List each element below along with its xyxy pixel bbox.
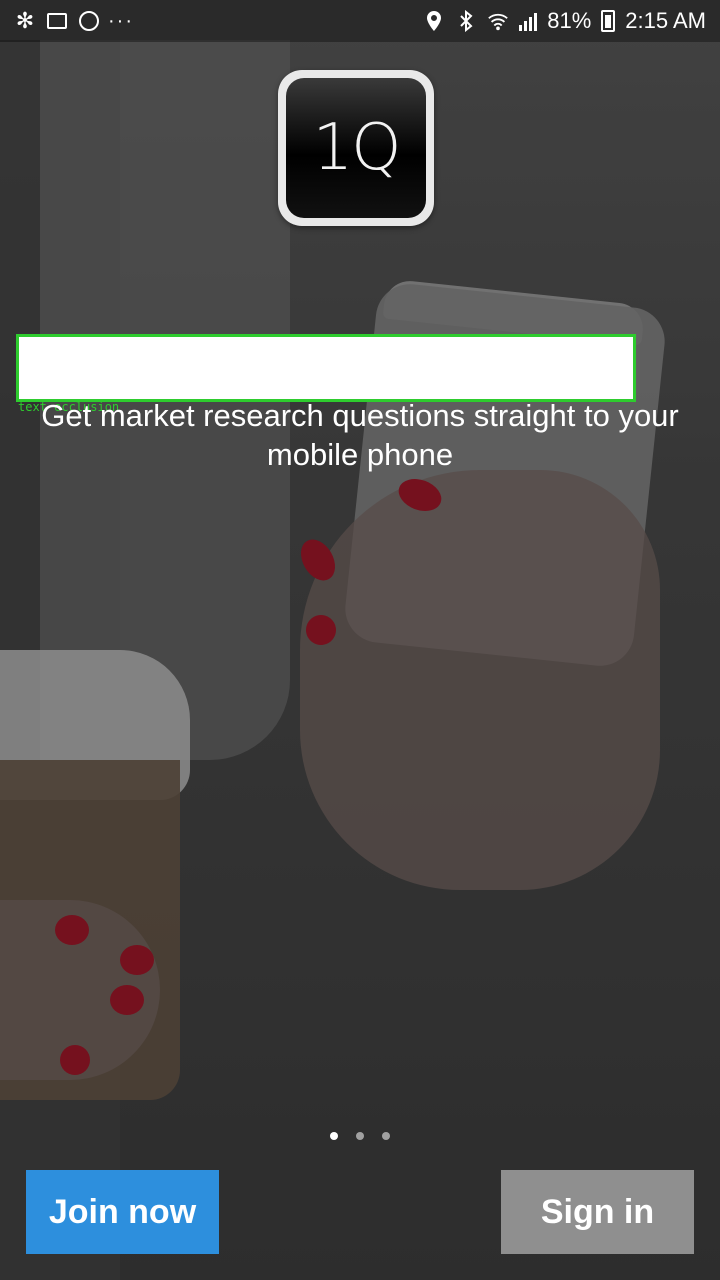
headline-occlusion-box: Get Paid to Share Your Opinion <box>16 334 636 402</box>
signal-icon <box>519 11 538 31</box>
app-logo-tile: 1Q <box>286 78 426 218</box>
status-left: ✻ ··· <box>14 8 134 33</box>
status-time: 2:15 AM <box>625 8 706 33</box>
battery-icon <box>601 10 616 32</box>
status-right: 81% 2:15 AM <box>423 8 706 34</box>
app-logo: 1Q <box>278 70 434 226</box>
network-icon: ✻ <box>15 8 35 33</box>
battery-percent: 81% <box>547 8 592 33</box>
sync-icon <box>78 10 100 32</box>
page-dot-2[interactable] <box>356 1132 364 1140</box>
app-logo-text: 1Q <box>312 111 401 185</box>
sign-in-button[interactable]: Sign in <box>501 1170 694 1254</box>
page-indicator <box>0 1132 720 1140</box>
bluetooth-icon <box>455 10 477 32</box>
headline: Get Paid to Share Your Opinion <box>29 342 636 391</box>
page-dot-1[interactable] <box>330 1132 338 1140</box>
mail-icon <box>46 10 68 32</box>
page-dot-3[interactable] <box>382 1132 390 1140</box>
location-icon <box>423 10 445 32</box>
subtitle: Get market research questions straight t… <box>41 398 679 472</box>
more-icon: ··· <box>108 9 134 32</box>
wifi-icon <box>487 10 509 32</box>
status-bar: ✻ ··· 81% 2:15 AM <box>0 0 720 42</box>
join-now-button[interactable]: Join now <box>26 1170 219 1254</box>
